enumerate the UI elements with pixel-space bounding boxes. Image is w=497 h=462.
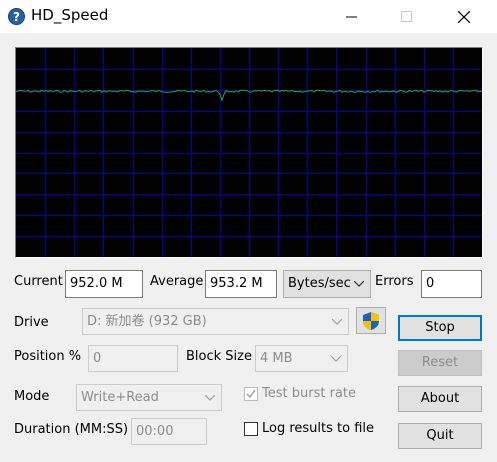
quit-button[interactable]: Quit: [398, 423, 482, 449]
position-field[interactable]: 0: [88, 345, 178, 372]
speed-graph: [15, 47, 483, 258]
minimize-icon: [345, 16, 357, 18]
units-select-value: Bytes/sec: [288, 276, 351, 291]
log-results-checkbox[interactable]: [244, 422, 258, 436]
current-speed-field[interactable]: 952.0 M: [65, 270, 143, 298]
window-title: HD_Speed: [31, 6, 109, 24]
mode-select[interactable]: Write+Read: [76, 384, 222, 411]
test-burst-checkbox[interactable]: [244, 387, 258, 401]
block-size-select[interactable]: 4 MB: [255, 345, 348, 372]
errors-field[interactable]: 0: [421, 270, 482, 298]
chevron-down-icon: [331, 346, 341, 371]
log-results-label: Log results to file: [262, 421, 375, 436]
errors-label: Errors: [375, 274, 414, 289]
drive-select[interactable]: D: 新加卷 (932 GB): [82, 308, 349, 335]
checkmark-icon: [246, 389, 256, 399]
average-label: Average: [150, 274, 204, 289]
position-label: Position %: [14, 349, 82, 364]
about-button[interactable]: About: [398, 386, 482, 412]
duration-field[interactable]: 00:00: [131, 418, 207, 445]
close-button[interactable]: [441, 0, 487, 33]
duration-label: Duration (MM:SS): [14, 422, 129, 437]
uac-shield-button[interactable]: [356, 307, 386, 334]
block-size-select-value: 4 MB: [260, 351, 293, 366]
current-label: Current: [14, 274, 63, 289]
chevron-down-icon: [205, 385, 215, 410]
mode-select-value: Write+Read: [81, 390, 159, 405]
maximize-button: [383, 0, 429, 33]
block-size-label: Block Size: [186, 349, 252, 364]
test-burst-label: Test burst rate: [262, 386, 356, 401]
speed-graph-canvas: [16, 48, 482, 257]
drive-select-value: D: 新加卷 (932 GB): [87, 314, 207, 329]
question-icon: ?: [8, 8, 25, 25]
units-select[interactable]: Bytes/sec: [283, 270, 371, 298]
minimize-button[interactable]: [328, 0, 374, 33]
chevron-down-icon: [332, 309, 342, 334]
average-speed-field[interactable]: 953.2 M: [205, 270, 277, 298]
mode-label: Mode: [14, 389, 50, 404]
shield-icon: [363, 312, 379, 330]
chevron-down-icon: [354, 271, 364, 297]
drive-label: Drive: [14, 315, 49, 330]
reset-button[interactable]: Reset: [398, 350, 482, 376]
maximize-icon: [400, 11, 412, 22]
stop-button[interactable]: Stop: [398, 315, 482, 341]
close-icon: [458, 10, 470, 23]
